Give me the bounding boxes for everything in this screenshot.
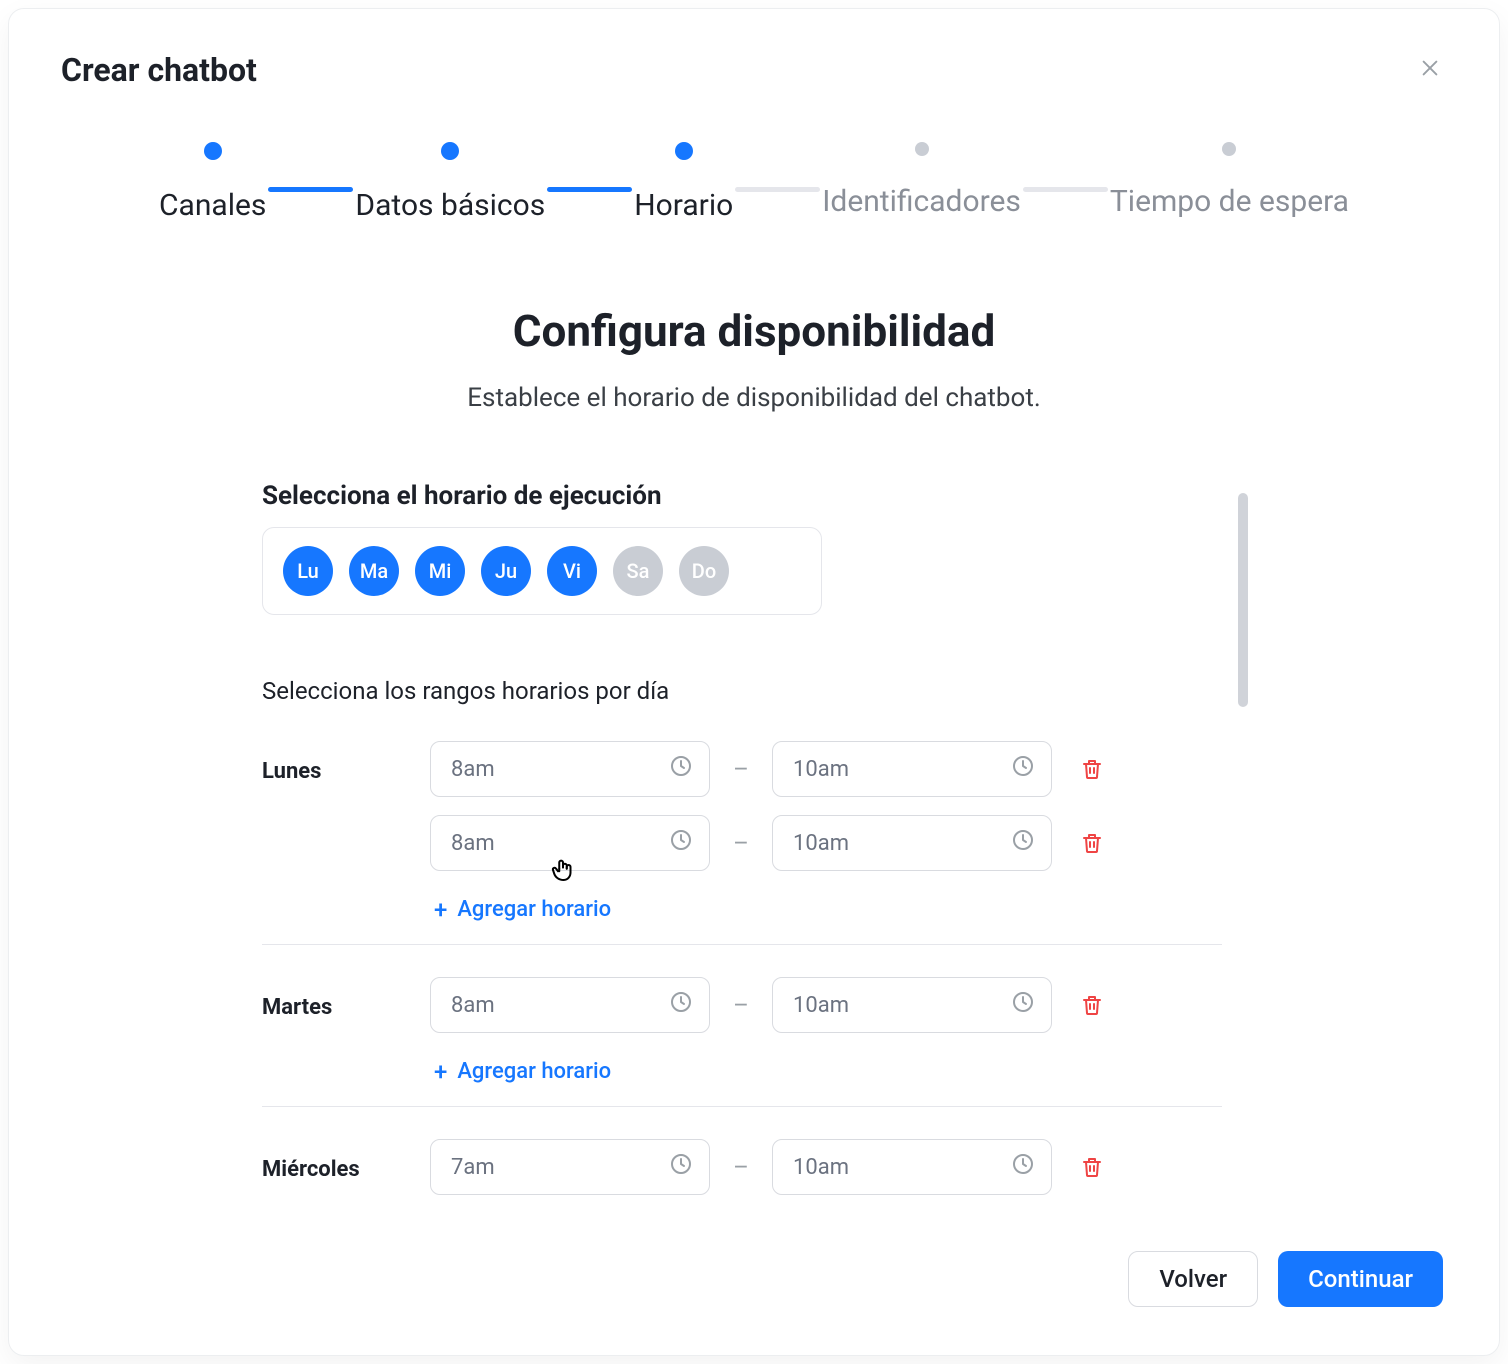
time-value: 7am	[451, 1155, 495, 1180]
modal-header: Crear chatbot	[9, 9, 1499, 112]
modal-title: Crear chatbot	[61, 51, 257, 89]
day-name: Martes	[262, 977, 412, 1020]
time-to-input[interactable]: 10am	[772, 977, 1052, 1033]
step-line	[547, 187, 632, 192]
step-label: Canales	[159, 188, 266, 223]
stepper: Canales Datos básicos Horario Identificador…	[9, 112, 1499, 233]
step-5[interactable]: Tiempo de espera	[1110, 142, 1349, 219]
ranges-label: Selecciona los rangos horarios por día	[262, 677, 1222, 705]
time-value: 10am	[793, 831, 849, 856]
time-to-input[interactable]: 10am	[772, 815, 1052, 871]
time-from-input[interactable]: 7am	[430, 1139, 710, 1195]
time-from-input[interactable]: 8am	[430, 815, 710, 871]
add-range-label: Agregar horario	[457, 1059, 611, 1084]
step-2[interactable]: Datos básicos	[355, 142, 545, 223]
day-selector: Lu Ma Mi Ju Vi Sa Do	[262, 527, 822, 615]
day-ranges: 7am – 10am	[430, 1139, 1222, 1195]
delete-range-button[interactable]	[1080, 1155, 1104, 1179]
step-dot	[1222, 142, 1236, 156]
time-value: 8am	[451, 831, 495, 856]
time-value: 10am	[793, 1155, 849, 1180]
step-label: Tiempo de espera	[1110, 184, 1349, 219]
time-to-input[interactable]: 10am	[772, 741, 1052, 797]
daypicker-label: Selecciona el horario de ejecución	[262, 481, 1222, 511]
day-toggle-do[interactable]: Do	[679, 546, 729, 596]
step-line	[268, 187, 353, 192]
continue-button[interactable]: Continuar	[1278, 1251, 1443, 1307]
add-range-label: Agregar horario	[457, 897, 611, 922]
clock-icon	[669, 1152, 693, 1182]
clock-icon	[669, 828, 693, 858]
time-range-row: 7am – 10am	[430, 1139, 1222, 1195]
time-from-input[interactable]: 8am	[430, 977, 710, 1033]
plus-icon: +	[434, 898, 447, 922]
schedule-form: Selecciona el horario de ejecución Lu Ma M…	[254, 481, 1254, 1241]
time-value: 10am	[793, 757, 849, 782]
clock-icon	[1011, 754, 1035, 784]
schedule-day-martes: Martes 8am – 10am + Agregar horario	[262, 967, 1222, 1107]
step-3[interactable]: Horario	[634, 142, 733, 223]
back-button[interactable]: Volver	[1128, 1251, 1258, 1307]
scrollbar[interactable]	[1238, 493, 1248, 707]
time-range-row: 8am – 10am	[430, 815, 1222, 871]
time-value: 8am	[451, 993, 495, 1018]
day-toggle-ju[interactable]: Ju	[481, 546, 531, 596]
schedule-day-miércoles: Miércoles 7am – 10am	[262, 1129, 1222, 1217]
step-1[interactable]: Canales	[159, 142, 266, 223]
step-dot	[204, 142, 222, 160]
range-separator: –	[732, 829, 750, 857]
modal-footer: Volver Continuar	[1128, 1251, 1443, 1307]
day-toggle-vi[interactable]: Vi	[547, 546, 597, 596]
time-value: 8am	[451, 757, 495, 782]
clock-icon	[1011, 990, 1035, 1020]
day-name: Miércoles	[262, 1139, 412, 1182]
day-toggle-lu[interactable]: Lu	[283, 546, 333, 596]
clock-icon	[669, 990, 693, 1020]
step-line	[735, 187, 820, 192]
time-from-input[interactable]: 8am	[430, 741, 710, 797]
delete-range-button[interactable]	[1080, 993, 1104, 1017]
delete-range-button[interactable]	[1080, 831, 1104, 855]
range-separator: –	[732, 991, 750, 1019]
step-label: Identificadores	[822, 184, 1021, 219]
delete-range-button[interactable]	[1080, 757, 1104, 781]
content: Configura disponibilidad Establece el ho…	[9, 233, 1499, 1355]
close-icon[interactable]	[1413, 47, 1447, 92]
time-range-row: 8am – 10am	[430, 741, 1222, 797]
time-to-input[interactable]: 10am	[772, 1139, 1052, 1195]
time-range-row: 8am – 10am	[430, 977, 1222, 1033]
time-value: 10am	[793, 993, 849, 1018]
day-name: Lunes	[262, 741, 412, 784]
step-dot	[675, 142, 693, 160]
step-4[interactable]: Identificadores	[822, 142, 1021, 219]
step-dot	[915, 142, 929, 156]
step-line	[1023, 187, 1108, 192]
add-range-button[interactable]: + Agregar horario	[430, 889, 611, 922]
create-chatbot-modal: Crear chatbot Canales Datos básicos Horari…	[8, 8, 1500, 1356]
day-toggle-mi[interactable]: Mi	[415, 546, 465, 596]
add-range-button[interactable]: + Agregar horario	[430, 1051, 611, 1084]
step-label: Horario	[634, 188, 733, 223]
page-subtitle: Establece el horario de disponibilidad d…	[467, 383, 1040, 413]
clock-icon	[669, 754, 693, 784]
schedule-day-lunes: Lunes 8am – 10am 8am – 10am + Agregar horario	[262, 731, 1222, 945]
day-toggle-ma[interactable]: Ma	[349, 546, 399, 596]
clock-icon	[1011, 1152, 1035, 1182]
step-dot	[441, 142, 459, 160]
day-ranges: 8am – 10am + Agregar horario	[430, 977, 1222, 1084]
plus-icon: +	[434, 1060, 447, 1084]
clock-icon	[1011, 828, 1035, 858]
page-heading: Configura disponibilidad Establece el ho…	[467, 305, 1040, 413]
step-label: Datos básicos	[355, 188, 545, 223]
range-separator: –	[732, 1153, 750, 1181]
page-title: Configura disponibilidad	[467, 305, 1040, 357]
day-ranges: 8am – 10am 8am – 10am + Agregar horario	[430, 741, 1222, 922]
day-toggle-sa[interactable]: Sa	[613, 546, 663, 596]
range-separator: –	[732, 755, 750, 783]
